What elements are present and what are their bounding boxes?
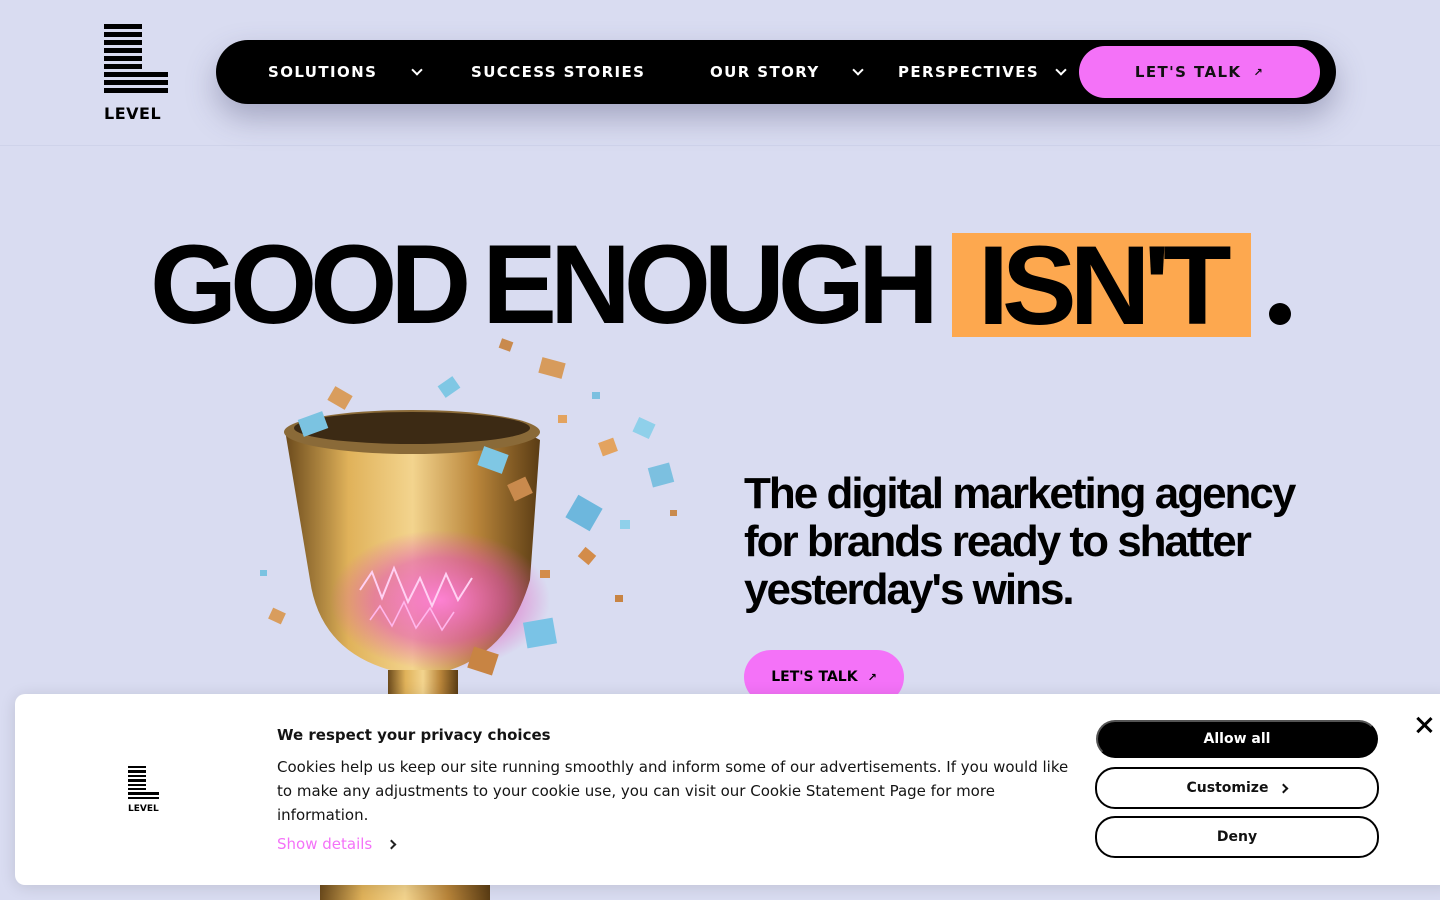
level-logo[interactable]: LEVEL [104,24,170,123]
chevron-down-icon[interactable] [852,64,864,76]
nav-item-label: OUR STORY [710,63,820,81]
chevron-right-icon [386,839,397,849]
chevron-down-icon[interactable] [411,64,423,76]
nav-item-perspectives[interactable]: PERSPECTIVES [898,40,1039,104]
show-details-label: Show details [277,835,373,853]
customize-button[interactable]: Customize [1095,767,1379,809]
arrow-up-right-icon: ↗ [1253,65,1265,79]
logo-wordmark: LEVEL [128,804,159,814]
header: LEVEL SOLUTIONS SUCCESS STORIES OUR STOR… [0,0,1440,146]
deny-button[interactable]: Deny [1095,816,1379,858]
logo-bars-icon [128,766,162,800]
close-icon[interactable] [1413,714,1435,736]
cookie-banner-logo: LEVEL [128,766,162,814]
main-nav: SOLUTIONS SUCCESS STORIES OUR STORY PERS… [216,40,1336,104]
nav-item-success-stories[interactable]: SUCCESS STORIES [471,40,645,104]
nav-item-solutions[interactable]: SOLUTIONS [268,40,377,104]
cookie-consent-banner: LEVEL We respect your privacy choices Co… [15,694,1440,885]
allow-all-button[interactable]: Allow all [1096,720,1378,758]
nav-item-label: PERSPECTIVES [898,63,1040,81]
chevron-down-icon[interactable] [1055,64,1067,76]
nav-item-label: SUCCESS STORIES [471,63,646,81]
show-details-link[interactable]: Show details [277,835,397,853]
logo-wordmark: LEVEL [104,104,162,123]
arrow-up-right-icon: ↗ [867,670,877,684]
nav-item-label: SOLUTIONS [268,63,378,81]
headline-period-dot [1268,303,1291,325]
hero-tagline: The digital marketing agency for brands … [744,469,1296,614]
chevron-right-icon [1279,783,1289,793]
nav-item-our-story[interactable]: OUR STORY [710,40,820,104]
customize-label: Customize [1186,780,1269,796]
logo-bars-icon [104,24,168,96]
cookie-title: We respect your privacy choices [277,726,551,744]
cookie-description: Cookies help us keep our site running sm… [277,758,1069,824]
nav-lets-talk-button[interactable]: LET'S TALK ↗ [1079,46,1320,98]
nav-cta-label: LET'S TALK [1134,63,1242,81]
headline-highlight: ISN'T [951,230,1251,342]
hero-cta-label: LET'S TALK [771,669,858,685]
